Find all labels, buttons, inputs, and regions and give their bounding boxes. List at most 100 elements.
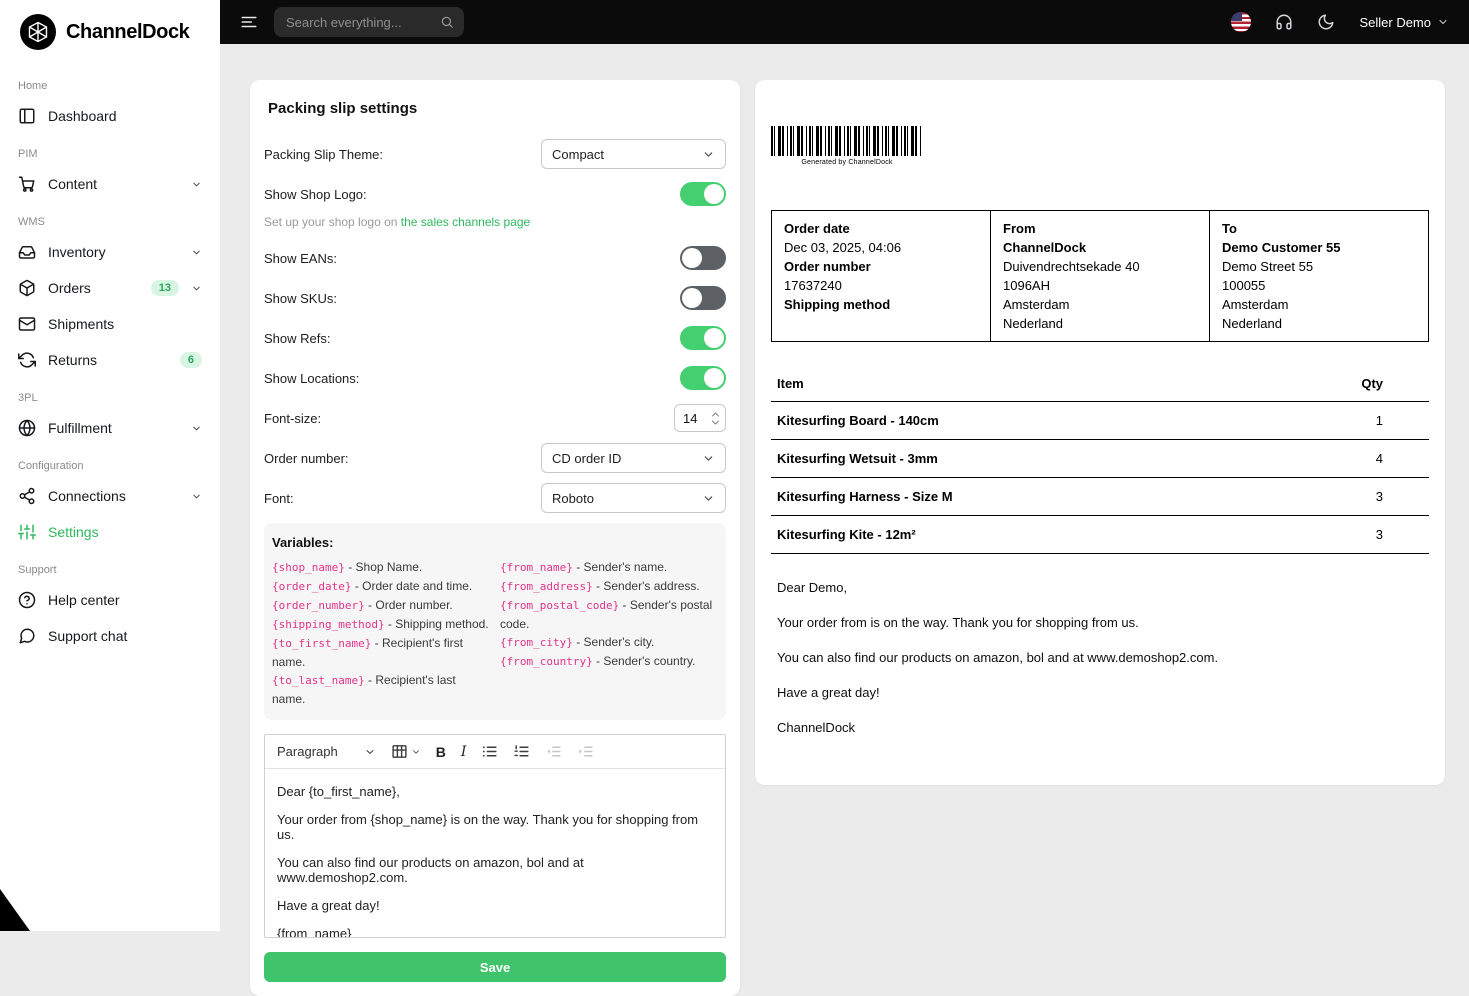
sidebar-item-fulfillment[interactable]: Fulfillment xyxy=(8,410,212,446)
insert-table-button[interactable] xyxy=(391,743,421,760)
show-eans-toggle[interactable] xyxy=(680,246,726,270)
variables-box: Variables: {shop_name} - Shop Name. {ord… xyxy=(264,523,726,720)
table-icon xyxy=(391,743,408,760)
chevron-down-icon xyxy=(191,491,202,502)
font-size-value: 14 xyxy=(683,411,697,426)
bold-button[interactable]: B xyxy=(436,744,446,760)
barcode-caption: Generated by ChannelDock xyxy=(771,159,923,166)
show-logo-toggle[interactable] xyxy=(680,182,726,206)
italic-button[interactable]: I xyxy=(461,744,467,760)
theme-select[interactable]: Compact xyxy=(541,139,726,169)
sales-channels-link[interactable]: the sales channels page xyxy=(401,215,530,229)
font-row: Font: Roboto xyxy=(264,483,726,513)
sidebar-item-label: Support chat xyxy=(48,628,202,644)
editor-content[interactable]: Dear {to_first_name}, Your order from {s… xyxy=(265,769,725,937)
brand-name: ChannelDock xyxy=(66,21,189,44)
show-eans-label: Show EANs: xyxy=(264,251,337,266)
returns-icon xyxy=(18,351,36,369)
show-skus-toggle[interactable] xyxy=(680,286,726,310)
dashboard-icon xyxy=(18,107,36,125)
section-label-wms: WMS xyxy=(0,202,220,234)
chevron-down-icon xyxy=(191,283,202,294)
logo-hint: Set up your shop logo on the sales chann… xyxy=(264,215,726,229)
show-locations-toggle[interactable] xyxy=(680,366,726,390)
global-search[interactable] xyxy=(274,7,464,37)
section-label-home: Home xyxy=(0,66,220,98)
chevron-down-icon xyxy=(702,452,715,465)
channeldock-logo-icon xyxy=(20,14,56,50)
user-menu-label: Seller Demo xyxy=(1359,15,1431,30)
show-locations-label: Show Locations: xyxy=(264,371,359,386)
number-stepper-icon[interactable] xyxy=(711,411,720,426)
sidebar-item-returns[interactable]: Returns 6 xyxy=(8,342,212,378)
topbar: Seller Demo xyxy=(220,0,1469,44)
indent-icon xyxy=(577,743,594,760)
item-column-header: Item xyxy=(771,366,1319,402)
dark-mode-moon-icon[interactable] xyxy=(1317,13,1335,31)
variable-entry: {shop_name} - Shop Name. xyxy=(272,558,490,577)
sidebar-item-connections[interactable]: Connections xyxy=(8,478,212,514)
font-size-input[interactable]: 14 xyxy=(674,404,726,432)
sidebar-item-label: Returns xyxy=(48,352,168,368)
language-flag-icon[interactable] xyxy=(1231,12,1251,32)
sidebar-item-label: Inventory xyxy=(48,244,179,260)
share-icon xyxy=(18,487,36,505)
brand-logo[interactable]: ChannelDock xyxy=(0,10,220,66)
editor-paragraph: Your order from {shop_name} is on the wa… xyxy=(277,812,713,842)
sidebar-item-support-chat[interactable]: Support chat xyxy=(8,618,212,654)
theme-select-value: Compact xyxy=(552,147,604,162)
indent-button[interactable] xyxy=(577,743,594,760)
chevron-down-icon xyxy=(191,179,202,190)
packing-slip-preview-card: Generated by ChannelDock Order date Dec … xyxy=(755,80,1445,785)
variable-entry: {to_last_name} - Recipient's last name. xyxy=(272,671,490,708)
editor-paragraph: {from_name} xyxy=(277,926,713,937)
variables-left-column: {shop_name} - Shop Name. {order_date} - … xyxy=(272,558,490,708)
show-skus-row: Show SKUs: xyxy=(264,283,726,313)
show-refs-row: Show Refs: xyxy=(264,323,726,353)
sidebar-item-content[interactable]: Content xyxy=(8,166,212,202)
user-menu[interactable]: Seller Demo xyxy=(1359,15,1449,30)
variable-entry: {from_postal_code} - Sender's postal cod… xyxy=(500,596,718,633)
variable-entry: {from_address} - Sender's address. xyxy=(500,577,718,596)
editor-paragraph: Have a great day! xyxy=(277,898,713,913)
order-number-select-value: CD order ID xyxy=(552,451,621,466)
save-button[interactable]: Save xyxy=(264,952,726,982)
sidebar-item-help-center[interactable]: Help center xyxy=(8,582,212,618)
order-number-select[interactable]: CD order ID xyxy=(541,443,726,473)
item-name: Kitesurfing Wetsuit - 3mm xyxy=(771,440,1319,478)
sidebar-item-inventory[interactable]: Inventory xyxy=(8,234,212,270)
chevron-down-icon xyxy=(364,746,376,758)
barcode-image xyxy=(771,126,923,156)
search-icon xyxy=(440,15,454,29)
search-input[interactable] xyxy=(284,14,432,31)
editor-toolbar: Paragraph B I xyxy=(265,735,725,769)
sidebar-item-settings[interactable]: Settings xyxy=(8,514,212,550)
chevron-down-icon xyxy=(1437,16,1449,28)
paragraph-format-select[interactable]: Paragraph xyxy=(277,744,376,759)
variable-entry: {order_number} - Order number. xyxy=(272,596,490,615)
font-select-value: Roboto xyxy=(552,491,594,506)
message-line: ChannelDock xyxy=(777,720,1423,735)
sidebar-item-orders[interactable]: Orders 13 xyxy=(8,270,212,306)
numbered-list-button[interactable] xyxy=(513,743,530,760)
item-name: Kitesurfing Harness - Size M xyxy=(771,478,1319,516)
show-refs-toggle[interactable] xyxy=(680,326,726,350)
font-select[interactable]: Roboto xyxy=(541,483,726,513)
sidebar-item-label: Orders xyxy=(48,280,139,296)
sliders-icon xyxy=(18,523,36,541)
support-headset-icon[interactable] xyxy=(1275,13,1293,31)
barcode: Generated by ChannelDock xyxy=(771,126,923,166)
item-qty: 3 xyxy=(1319,516,1429,554)
outdent-button[interactable] xyxy=(545,743,562,760)
logo-hint-text: Set up your shop logo on xyxy=(264,215,401,229)
sidebar-item-dashboard[interactable]: Dashboard xyxy=(8,98,212,134)
editor-paragraph: You can also find our products on amazon… xyxy=(277,855,713,885)
numbered-list-icon xyxy=(513,743,530,760)
cart-icon xyxy=(18,175,36,193)
bullet-list-button[interactable] xyxy=(481,743,498,760)
chevron-down-icon xyxy=(702,148,715,161)
sidebar-item-shipments[interactable]: Shipments xyxy=(8,306,212,342)
menu-toggle-icon[interactable] xyxy=(240,13,258,31)
item-name: Kitesurfing Board - 140cm xyxy=(771,402,1319,440)
page-title: Packing slip settings xyxy=(268,100,722,117)
